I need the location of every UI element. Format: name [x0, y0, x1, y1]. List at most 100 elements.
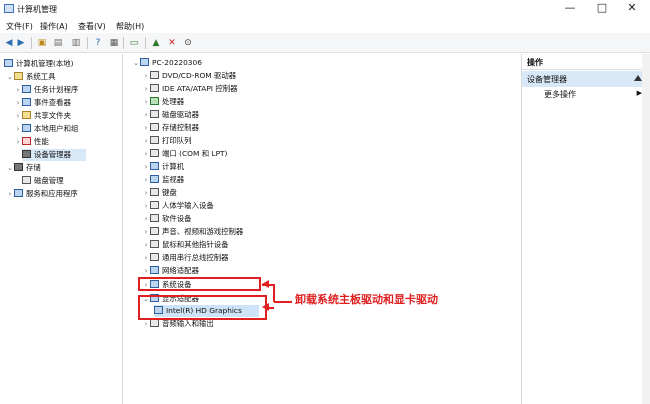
menu-file[interactable]: 文件(F) [6, 21, 33, 32]
show-hide-tree-icon[interactable]: ▤ [52, 37, 64, 49]
download-icon[interactable]: ⊙ [182, 37, 194, 49]
device-category[interactable]: › 监视器 [142, 174, 184, 186]
monitor-icon [150, 175, 159, 183]
toolbar: ◀ ▶ ▣ ▤ ▥ ? ▦ ▭ ▲ ✕ ⊙ [0, 33, 650, 53]
chevron-right-icon[interactable]: › [142, 239, 150, 251]
tree-storage[interactable]: ⌄ 存储 [6, 162, 41, 174]
usb-icon [150, 253, 159, 261]
device-category[interactable]: › 鼠标和其他指针设备 [142, 239, 229, 251]
close-button[interactable]: ✕ [618, 0, 646, 18]
annotation-connector [274, 301, 292, 303]
chevron-down-icon[interactable]: ⌄ [132, 57, 140, 69]
chevron-right-icon[interactable]: › [142, 135, 150, 147]
device-category[interactable]: › 键盘 [142, 187, 177, 199]
keyboard-icon [150, 188, 159, 196]
device-category[interactable]: › 端口 (COM 和 LPT) [142, 148, 227, 160]
tree-services-applications[interactable]: › 服务和应用程序 [6, 188, 78, 200]
computer-icon [150, 162, 159, 170]
tree-disk-management[interactable]: 磁盘管理 [22, 175, 64, 187]
tree-performance[interactable]: › 性能 [14, 136, 49, 148]
delete-icon[interactable]: ✕ [166, 37, 178, 49]
view-icon[interactable]: ▦ [108, 37, 120, 49]
chevron-right-icon[interactable]: › [6, 188, 14, 200]
chevron-right-icon[interactable]: › [142, 265, 150, 277]
computer-icon [140, 58, 149, 66]
chevron-right-icon[interactable]: › [142, 148, 150, 160]
device-category[interactable]: › 声音、视频和游戏控制器 [142, 226, 243, 238]
chevron-right-icon[interactable]: › [142, 174, 150, 186]
tree-root-computer-management[interactable]: 计算机管理(本地) [4, 58, 74, 70]
back-arrow-icon[interactable]: ◀ [3, 37, 15, 49]
device-category[interactable]: › 计算机 [142, 161, 184, 173]
device-category[interactable]: › DVD/CD-ROM 驱动器 [142, 70, 236, 82]
chevron-right-icon[interactable]: › [142, 96, 150, 108]
menu-bar: 文件(F) 操作(A) 查看(V) 帮助(H) [0, 18, 650, 33]
help-icon[interactable]: ? [92, 37, 104, 49]
chevron-right-icon[interactable]: › [142, 187, 150, 199]
sound-icon [150, 227, 159, 235]
chevron-right-icon[interactable]: › [142, 161, 150, 173]
shared-folder-icon [22, 111, 31, 119]
chevron-right-icon[interactable]: › [14, 123, 22, 135]
tools-icon [14, 72, 23, 80]
actions-header: 操作 [522, 54, 650, 70]
chevron-right-icon[interactable]: › [14, 84, 22, 96]
minimize-button[interactable]: — [556, 0, 584, 18]
device-category[interactable]: › 存储控制器 [142, 122, 199, 134]
device-category[interactable]: › 人体学输入设备 [142, 200, 214, 212]
monitor-icon[interactable]: ▭ [128, 37, 140, 49]
chevron-right-icon[interactable]: › [14, 97, 22, 109]
toolbar-separator [31, 37, 32, 49]
device-category[interactable]: › 通用串行总线控制器 [142, 252, 229, 264]
right-scrollbar[interactable] [642, 54, 650, 404]
annotation-connector [273, 284, 275, 302]
scan-hardware-icon[interactable]: ▲ [150, 37, 162, 49]
chevron-down-icon[interactable]: ⌄ [6, 71, 14, 83]
menu-action[interactable]: 操作(A) [40, 21, 68, 32]
clock-icon [22, 85, 31, 93]
chevron-right-icon[interactable]: › [14, 136, 22, 148]
menu-view[interactable]: 查看(V) [78, 21, 106, 32]
software-device-icon [150, 214, 159, 222]
device-category[interactable]: › 打印队列 [142, 135, 192, 147]
up-folder-icon[interactable]: ▣ [36, 37, 48, 49]
forward-arrow-icon[interactable]: ▶ [15, 37, 27, 49]
chevron-right-icon[interactable]: › [142, 70, 150, 82]
chevron-right-icon[interactable]: › [142, 252, 150, 264]
actions-section-device-manager[interactable]: 设备管理器 [522, 71, 650, 87]
device-category[interactable]: › IDE ATA/ATAPI 控制器 [142, 83, 238, 95]
chevron-right-icon[interactable]: › [142, 83, 150, 95]
device-category[interactable]: › 处理器 [142, 96, 184, 108]
chevron-right-icon[interactable]: › [142, 109, 150, 121]
tree-task-scheduler[interactable]: › 任务计划程序 [14, 84, 78, 96]
tree-event-viewer[interactable]: › 事件查看器 [14, 97, 71, 109]
tree-local-users-groups[interactable]: › 本地用户和组 [14, 123, 78, 135]
chevron-down-icon[interactable]: ⌄ [6, 162, 14, 174]
chevron-right-icon[interactable]: › [142, 122, 150, 134]
device-category[interactable]: › 软件设备 [142, 213, 192, 225]
navigation-tree: 计算机管理(本地) ⌄ 系统工具 › 任务计划程序 › 事件查看器 › 共享文件夹 › 本… [0, 54, 123, 404]
device-category[interactable]: › 网络适配器 [142, 265, 199, 277]
dvd-icon [150, 71, 159, 79]
processor-icon [150, 97, 159, 105]
printer-icon [150, 136, 159, 144]
collapse-icon[interactable] [634, 75, 642, 81]
chevron-right-icon[interactable]: › [142, 200, 150, 212]
menu-help[interactable]: 帮助(H) [116, 21, 144, 32]
properties-icon[interactable]: ▥ [70, 37, 82, 49]
tree-shared-folders[interactable]: › 共享文件夹 [14, 110, 71, 122]
chevron-right-icon[interactable]: › [142, 226, 150, 238]
chevron-right-icon[interactable]: › [14, 110, 22, 122]
toolbar-separator [123, 37, 124, 49]
tree-device-manager[interactable]: 设备管理器 [22, 149, 86, 161]
users-icon [22, 124, 31, 132]
more-actions-link[interactable]: 更多操作 [544, 89, 576, 100]
annotation-arrowhead [262, 280, 269, 288]
device-category[interactable]: › 磁盘驱动器 [142, 109, 199, 121]
ide-controller-icon [150, 84, 159, 92]
chevron-right-icon[interactable]: › [142, 213, 150, 225]
tree-system-tools[interactable]: ⌄ 系统工具 [6, 71, 56, 83]
toolbar-separator [87, 37, 88, 49]
device-root[interactable]: ⌄ PC-20220306 [132, 57, 202, 69]
maximize-button[interactable]: □ [588, 0, 616, 18]
